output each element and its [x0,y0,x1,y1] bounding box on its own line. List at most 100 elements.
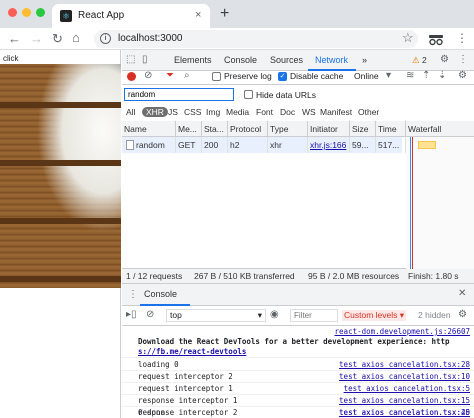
browser-tab[interactable]: ⚛ React App × [52,4,210,28]
filter-ws[interactable]: WS [302,107,316,117]
address-bar[interactable]: i localhost:3000 ☆ [94,30,418,48]
filter-icon[interactable]: ⏷ [166,70,174,81]
filter-font[interactable]: Font [256,107,273,117]
header-protocol[interactable]: Protocol [228,121,268,137]
browser-toolbar: ← → ↻ ⌂ i localhost:3000 ☆ ⋮ [0,28,474,50]
network-toolbar: ⊘ ⏷ ⌕ Preserve log ✓ Disable cache Onlin… [122,70,474,85]
cell-name[interactable]: random [134,137,176,153]
minimize-window-button[interactable] [22,8,31,17]
settings-gear-icon[interactable]: ⚙ [440,54,449,65]
sidebar-toggle-icon[interactable]: ▸▯ [126,309,137,320]
console-toolbar: ▸▯ ⊘ top ▾ ◉ Custom levels ▾ 2 hidden ⚙ [122,306,474,326]
filter-media[interactable]: Media [226,107,249,117]
tab-network[interactable]: Network [315,55,348,65]
warning-icon[interactable]: ⚠ [412,55,420,66]
filter-xhr[interactable]: XHR [142,107,168,117]
tab-sources[interactable]: Sources [270,55,303,65]
header-status[interactable]: Sta... [202,121,228,137]
cell-type: xhr [268,137,308,153]
filter-css[interactable]: CSS [184,107,201,117]
filter-img[interactable]: Img [206,107,220,117]
source-link[interactable]: test axios cancelation.tsx:45 [339,408,470,417]
home-button[interactable]: ⌂ [72,30,80,45]
inspect-element-icon[interactable]: ⬚ [126,54,135,65]
import-har-icon[interactable]: ⇡ [422,70,430,81]
source-link[interactable]: test axios cancelation.tsx:28 [339,360,470,369]
warning-count: 2 [422,55,427,65]
export-har-icon[interactable]: ⇣ [438,70,446,81]
network-filter-input[interactable] [124,88,234,101]
console-filter-input[interactable] [290,309,338,322]
log-message: 0 done [138,408,166,417]
url-text: localhost:3000 [118,33,183,44]
disable-cache-checkbox[interactable]: ✓ [278,72,287,81]
header-method[interactable]: Me... [176,121,202,137]
filter-manifest[interactable]: Manifest [320,107,352,117]
header-waterfall[interactable]: Waterfall [406,121,474,137]
device-toolbar-icon[interactable]: ▯ [142,54,148,65]
close-tab-icon[interactable]: × [195,9,201,21]
context-selector[interactable]: top ▾ [166,309,266,322]
header-name[interactable]: Name [122,121,176,137]
console-drawer-header: ⋮ Console ✕ [122,284,474,306]
wifi-icon[interactable]: ≋ [406,70,414,81]
bookmark-star-icon[interactable]: ☆ [402,30,414,46]
waterfall-bar[interactable] [418,141,436,149]
filter-doc[interactable]: Doc [280,107,295,117]
clear-console-icon[interactable]: ⊘ [146,309,154,320]
log-levels-select[interactable]: Custom levels ▾ [342,310,407,321]
hide-data-urls-checkbox[interactable] [244,90,253,99]
reload-button[interactable]: ↻ [52,31,63,47]
preserve-log-checkbox[interactable] [212,72,221,81]
header-time[interactable]: Time [376,121,406,137]
cell-status: 200 [202,137,228,153]
log-message: request interceptor 1 [138,384,233,393]
cell-initiator-link[interactable]: xhr.js:166 [308,137,350,153]
close-window-button[interactable] [8,8,17,17]
source-link[interactable]: test axios cancelation.tsx:15 [339,396,470,405]
drawer-menu-icon[interactable]: ⋮ [128,289,138,300]
network-settings-icon[interactable]: ⚙ [458,70,467,81]
log-message: request interceptor 2 [138,372,233,381]
header-type[interactable]: Type [268,121,308,137]
console-drawer-tab[interactable]: Console [144,289,177,299]
browser-menu-icon[interactable]: ⋮ [456,31,468,45]
filter-all[interactable]: All [126,107,135,117]
eye-icon[interactable]: ◉ [270,309,279,320]
chevron-down-icon: ▾ [257,310,262,320]
close-drawer-icon[interactable]: ✕ [458,288,466,299]
incognito-icon[interactable] [428,32,444,46]
search-icon[interactable]: ⌕ [184,70,190,81]
network-status-bar: 1 / 12 requests 267 B / 510 KB transferr… [122,269,474,284]
source-link[interactable]: react-dom.development.js:26607 [335,327,470,336]
log-message: response interceptor 1 [138,396,238,405]
chevron-down-icon[interactable]: ▾ [386,70,391,81]
cell-protocol: h2 [228,137,268,153]
back-button[interactable]: ← [8,31,21,46]
more-tabs-button[interactable]: » [362,55,367,65]
forward-button[interactable]: → [30,31,43,46]
record-button[interactable] [127,72,136,81]
info-icon[interactable]: i [100,33,111,44]
list-item: response interceptor 1 test axios cancel… [122,395,474,407]
filter-other[interactable]: Other [358,107,379,117]
devtools-menu-icon[interactable]: ⋮ [458,54,468,65]
header-size[interactable]: Size [350,121,376,137]
tab-console[interactable]: Console [224,55,257,65]
new-tab-button[interactable]: + [220,5,229,23]
source-link[interactable]: test axios cancelation.tsx:5 [344,384,470,393]
clear-icon[interactable]: ⊘ [144,70,152,81]
tab-elements[interactable]: Elements [174,55,212,65]
click-text[interactable]: click [3,54,19,63]
header-initiator[interactable]: Initiator [308,121,350,137]
source-link[interactable]: test axios cancelation.tsx:10 [339,372,470,381]
console-settings-icon[interactable]: ⚙ [458,309,467,320]
console-log: react-dom.development.js:26607 Download … [122,326,474,418]
devtools-panel: ⬚ ▯ Elements Console Sources Network » ⚠… [122,50,474,418]
devtools-link[interactable]: s://fb.me/react-devtools [138,347,246,356]
preserve-log-label: Preserve log [224,71,272,81]
filter-js[interactable]: JS [168,107,178,117]
finish-time: Finish: 1.80 s [408,271,459,281]
throttling-select[interactable]: Online [354,71,379,81]
maximize-window-button[interactable] [36,8,45,17]
